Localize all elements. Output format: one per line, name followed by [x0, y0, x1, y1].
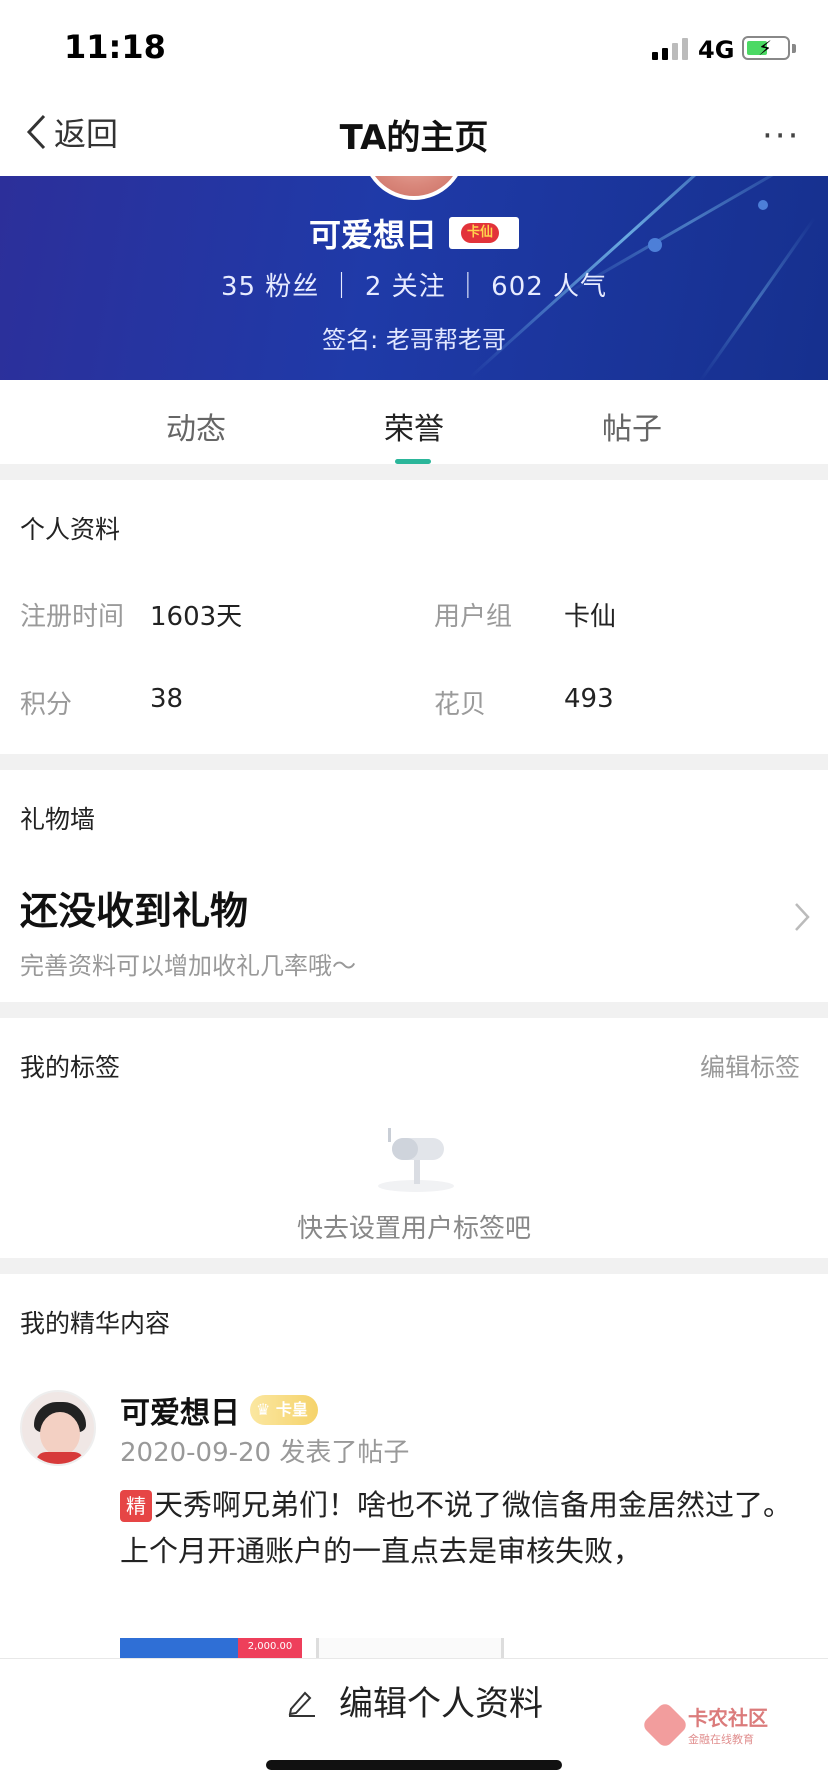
post-meta: 2020-09-20 发表了帖子: [120, 1438, 410, 1468]
info-label: 积分: [20, 690, 73, 720]
tab-dynamic[interactable]: 动态: [87, 380, 305, 464]
profile-signature: 签名: 老哥帮老哥: [322, 326, 506, 354]
pencil-icon: [288, 1691, 315, 1717]
profile-tabs: 动态 荣誉 帖子: [0, 380, 828, 464]
info-label: 注册时间: [20, 602, 125, 632]
home-indicator[interactable]: [266, 1760, 562, 1770]
user-group-badge: 卡仙: [449, 217, 519, 249]
gift-empty-title: 还没收到礼物: [20, 889, 249, 933]
gift-wall-title: 礼物墙: [20, 805, 96, 834]
post-author-avatar[interactable]: [20, 1390, 96, 1466]
featured-title: 我的精华内容: [20, 1309, 171, 1338]
divider: [0, 754, 828, 770]
signal-icon: [652, 36, 688, 60]
post-image-thumbnail[interactable]: [316, 1638, 504, 1658]
more-icon[interactable]: ···: [762, 116, 800, 156]
status-time: 11:18: [64, 28, 166, 66]
featured-tag: 精: [120, 1490, 152, 1522]
divider: [0, 1002, 828, 1018]
edit-tags-button[interactable]: 编辑标签: [700, 1048, 800, 1084]
info-value: 493: [564, 684, 614, 714]
tags-title: 我的标签: [20, 1053, 121, 1082]
tab-posts[interactable]: 帖子: [523, 380, 741, 464]
avatar[interactable]: [362, 176, 466, 200]
logo-name: 卡农社区: [688, 1706, 768, 1730]
personal-info-title: 个人资料: [20, 515, 121, 544]
profile-stats[interactable]: 35 粉丝 ｜ 2 关注 ｜ 602 人气: [0, 266, 828, 303]
divider: [0, 1258, 828, 1274]
chevron-right-icon: [795, 903, 810, 931]
post-image-thumbnail[interactable]: 2,000.00: [120, 1638, 302, 1658]
tags-empty-hint: 快去设置用户标签吧: [296, 1214, 531, 1244]
page-title: TA的主页: [339, 118, 489, 158]
crown-badge: ♛ 卡皇: [250, 1395, 318, 1425]
gift-wall-row[interactable]: 还没收到礼物 完善资料可以增加收礼几率哦～: [0, 870, 828, 990]
mailbox-icon: [378, 1128, 454, 1192]
gift-empty-hint: 完善资料可以增加收礼几率哦～: [20, 952, 356, 980]
profile-banner: 可爱想日 卡仙 35 粉丝 ｜ 2 关注 ｜ 602 人气 签名: 老哥帮老哥: [0, 176, 828, 380]
profile-page: 11:18 4G ⚡ 返回 TA的主页 ··· 可爱想日 卡仙 35 粉丝 ｜ …: [0, 0, 828, 1792]
battery-icon: ⚡: [742, 36, 790, 60]
info-value: 1603天: [150, 602, 243, 632]
post-content[interactable]: 精天秀啊兄弟们！啥也不说了微信备用金居然过了。上个月开通账户的一直点去是审核失败…: [120, 1482, 800, 1574]
info-value: 38: [150, 684, 184, 714]
battery-cap: [792, 44, 796, 53]
tab-honor[interactable]: 荣誉: [305, 380, 523, 464]
edit-profile-label: 编辑个人资料: [339, 1684, 543, 1724]
logo-icon: [640, 1700, 690, 1749]
watermark-logo: 卡农社区 金融在线教育: [640, 1700, 768, 1749]
logo-subtitle: 金融在线教育: [688, 1733, 754, 1746]
info-value: 卡仙: [564, 602, 617, 632]
post-text: 天秀啊兄弟们！啥也不说了微信备用金居然过了。上个月开通账户的一直点去是审核失败，: [120, 1488, 793, 1568]
info-label: 花贝: [434, 690, 487, 720]
network-type: 4G: [698, 36, 735, 64]
info-label: 用户组: [434, 602, 513, 632]
post-author-name[interactable]: 可爱想日: [120, 1388, 240, 1432]
divider: [0, 464, 828, 480]
username: 可爱想日: [308, 216, 437, 254]
